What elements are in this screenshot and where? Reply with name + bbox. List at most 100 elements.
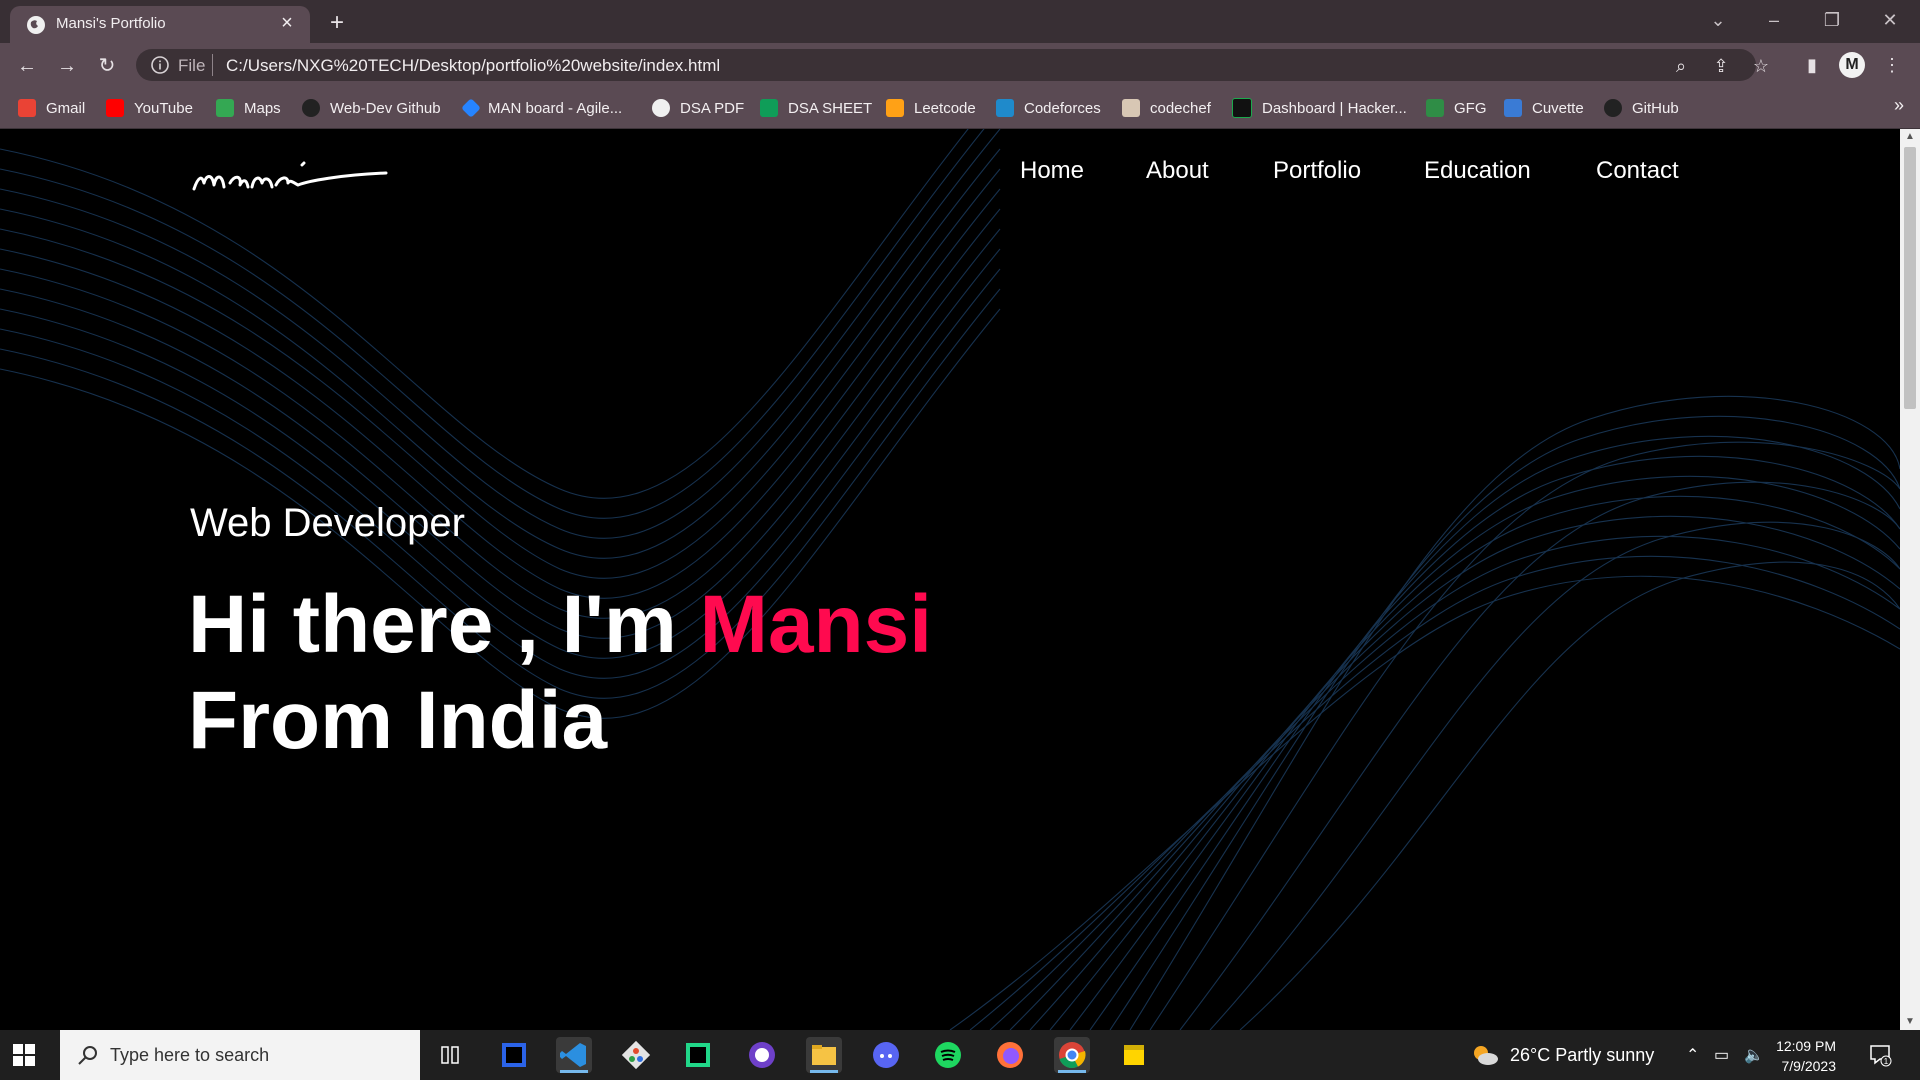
page-scrollbar[interactable]: ▲ ▼	[1900, 129, 1920, 1030]
github-desktop-icon[interactable]	[744, 1037, 780, 1073]
url-text[interactable]: C:/Users/NXG%20TECH/Desktop/portfolio%20…	[226, 56, 720, 76]
active-indicator	[560, 1070, 588, 1073]
gmail-icon	[18, 99, 36, 117]
gfg-icon	[1426, 99, 1444, 117]
github-icon	[302, 99, 320, 117]
hero-headline: Hi there , I'm Mansi From India	[188, 577, 932, 769]
scroll-up-arrow-icon[interactable]: ▲	[1900, 129, 1920, 145]
back-icon[interactable]: ←	[12, 51, 42, 81]
clock-date: 7/9/2023	[1781, 1058, 1837, 1074]
volume-icon[interactable]: 🔈	[1744, 1045, 1764, 1065]
codeforces-icon	[996, 99, 1014, 117]
bookmarks-bar: Gmail YouTube Maps Web-Dev Github MAN bo…	[0, 87, 1920, 129]
nav-about[interactable]: About	[1146, 157, 1209, 185]
profile-avatar[interactable]: M	[1839, 52, 1865, 78]
firefox-icon[interactable]	[992, 1037, 1028, 1073]
discord-icon[interactable]	[868, 1037, 904, 1073]
hackerrank-icon	[1232, 98, 1252, 118]
bookmark-man-board[interactable]: MAN board - Agile...	[461, 97, 622, 119]
active-indicator	[1058, 1070, 1086, 1073]
address-bar[interactable]: File C:/Users/NXG%20TECH/Desktop/portfol…	[136, 49, 1769, 81]
bookmark-gfg[interactable]: GFG	[1426, 97, 1487, 119]
search-icon	[78, 1046, 97, 1065]
page-viewport: Home About Portfolio Education Contact W…	[0, 129, 1900, 1030]
sticky-notes-icon[interactable]	[1116, 1037, 1152, 1073]
divider	[212, 54, 213, 76]
windows-taskbar: Type here to search 26°C Partly sunny ⌃ …	[0, 1030, 1920, 1080]
windows-start-icon[interactable]	[12, 1043, 36, 1067]
codechef-icon	[1122, 99, 1140, 117]
maps-icon	[216, 99, 234, 117]
globe-icon	[27, 16, 45, 34]
bookmark-web-dev-github[interactable]: Web-Dev Github	[302, 97, 441, 119]
share-icon[interactable]: ⇪	[1710, 55, 1732, 77]
bookmark-hackerrank[interactable]: Dashboard | Hacker...	[1232, 97, 1407, 119]
file-explorer-icon[interactable]	[806, 1037, 842, 1073]
menu-icon[interactable]: ⋮	[1880, 53, 1904, 77]
youtube-icon	[106, 99, 124, 117]
github-icon	[1604, 99, 1622, 117]
name-highlight: Mansi	[699, 579, 933, 670]
tab-title: Mansi's Portfolio	[56, 15, 166, 32]
weather-widget[interactable]: 26°C Partly sunny	[1470, 1044, 1654, 1066]
search-placeholder: Type here to search	[110, 1045, 270, 1065]
nav-portfolio[interactable]: Portfolio	[1273, 157, 1361, 185]
bookmark-leetcode[interactable]: Leetcode	[886, 97, 976, 119]
location-text: From India	[188, 675, 608, 766]
bookmark-codeforces[interactable]: Codeforces	[996, 97, 1101, 119]
spotify-icon[interactable]	[930, 1037, 966, 1073]
nav-contact[interactable]: Contact	[1596, 157, 1679, 185]
bookmark-maps[interactable]: Maps	[216, 97, 281, 119]
show-hidden-icons-icon[interactable]: ⌃	[1686, 1045, 1699, 1065]
notification-count: 1	[1884, 1057, 1889, 1066]
sheets-icon	[760, 99, 778, 117]
bookmark-codechef[interactable]: codechef	[1122, 97, 1211, 119]
info-icon[interactable]	[150, 55, 170, 75]
greeting-text: Hi there , I'm	[188, 579, 677, 670]
system-clock[interactable]: 12:09 PM 7/9/2023	[1766, 1036, 1836, 1076]
bookmark-star-icon[interactable]: ☆	[1750, 55, 1772, 77]
task-view-icon[interactable]	[432, 1037, 468, 1073]
bookmark-cuvette[interactable]: Cuvette	[1504, 97, 1584, 119]
zoom-icon[interactable]: ⌕	[1670, 55, 1692, 77]
active-indicator	[810, 1070, 838, 1073]
forward-icon[interactable]: →	[52, 51, 82, 81]
pycharm-icon[interactable]	[680, 1037, 716, 1073]
side-panel-icon[interactable]: ▮	[1800, 53, 1824, 77]
bookmark-dsa-sheet[interactable]: DSA SHEET	[760, 97, 872, 119]
browser-tab-strip: Mansi's Portfolio × + ⌄ – ❐ ✕	[0, 0, 1920, 43]
tab-close-icon[interactable]: ×	[276, 12, 298, 34]
scheme-label: File	[178, 56, 206, 75]
notification-center-icon[interactable]: 1	[1868, 1043, 1892, 1067]
minimize-button[interactable]: –	[1746, 0, 1802, 40]
cuvette-icon	[1504, 99, 1522, 117]
close-window-button[interactable]: ✕	[1862, 0, 1918, 40]
bookmark-github[interactable]: GitHub	[1604, 97, 1679, 119]
clock-time: 12:09 PM	[1776, 1038, 1836, 1054]
reload-icon[interactable]: ↻	[92, 51, 122, 81]
git-icon[interactable]	[618, 1037, 654, 1073]
taskbar-search-box[interactable]: Type here to search	[60, 1030, 420, 1080]
nav-education[interactable]: Education	[1424, 157, 1531, 185]
tab-search-icon[interactable]: ⌄	[1690, 0, 1746, 40]
mansi-signature-logo[interactable]	[190, 147, 390, 203]
restore-button[interactable]: ❐	[1804, 0, 1860, 40]
nav-home[interactable]: Home	[1020, 157, 1084, 185]
chrome-icon[interactable]	[1054, 1037, 1090, 1073]
scroll-down-arrow-icon[interactable]: ▼	[1900, 1014, 1920, 1030]
partly-sunny-icon	[1474, 1046, 1498, 1065]
scroll-thumb[interactable]	[1904, 147, 1916, 409]
globe-icon	[652, 99, 670, 117]
bookmark-youtube[interactable]: YouTube	[106, 97, 193, 119]
vscode-icon[interactable]	[556, 1037, 592, 1073]
browser-toolbar: ← → ↻ File C:/Users/NXG%20TECH/Desktop/p…	[0, 43, 1920, 87]
more-bookmarks-button[interactable]: »	[1894, 95, 1904, 116]
bookmark-gmail[interactable]: Gmail	[18, 97, 85, 119]
battery-icon[interactable]: ▭	[1714, 1045, 1729, 1065]
new-tab-button[interactable]: +	[322, 8, 352, 38]
browser-tab[interactable]: Mansi's Portfolio ×	[10, 6, 310, 43]
role-subtitle: Web Developer	[190, 501, 465, 545]
weather-text: 26°C Partly sunny	[1510, 1044, 1655, 1065]
bookmark-dsa-pdf[interactable]: DSA PDF	[652, 97, 744, 119]
intellij-icon[interactable]	[496, 1037, 532, 1073]
